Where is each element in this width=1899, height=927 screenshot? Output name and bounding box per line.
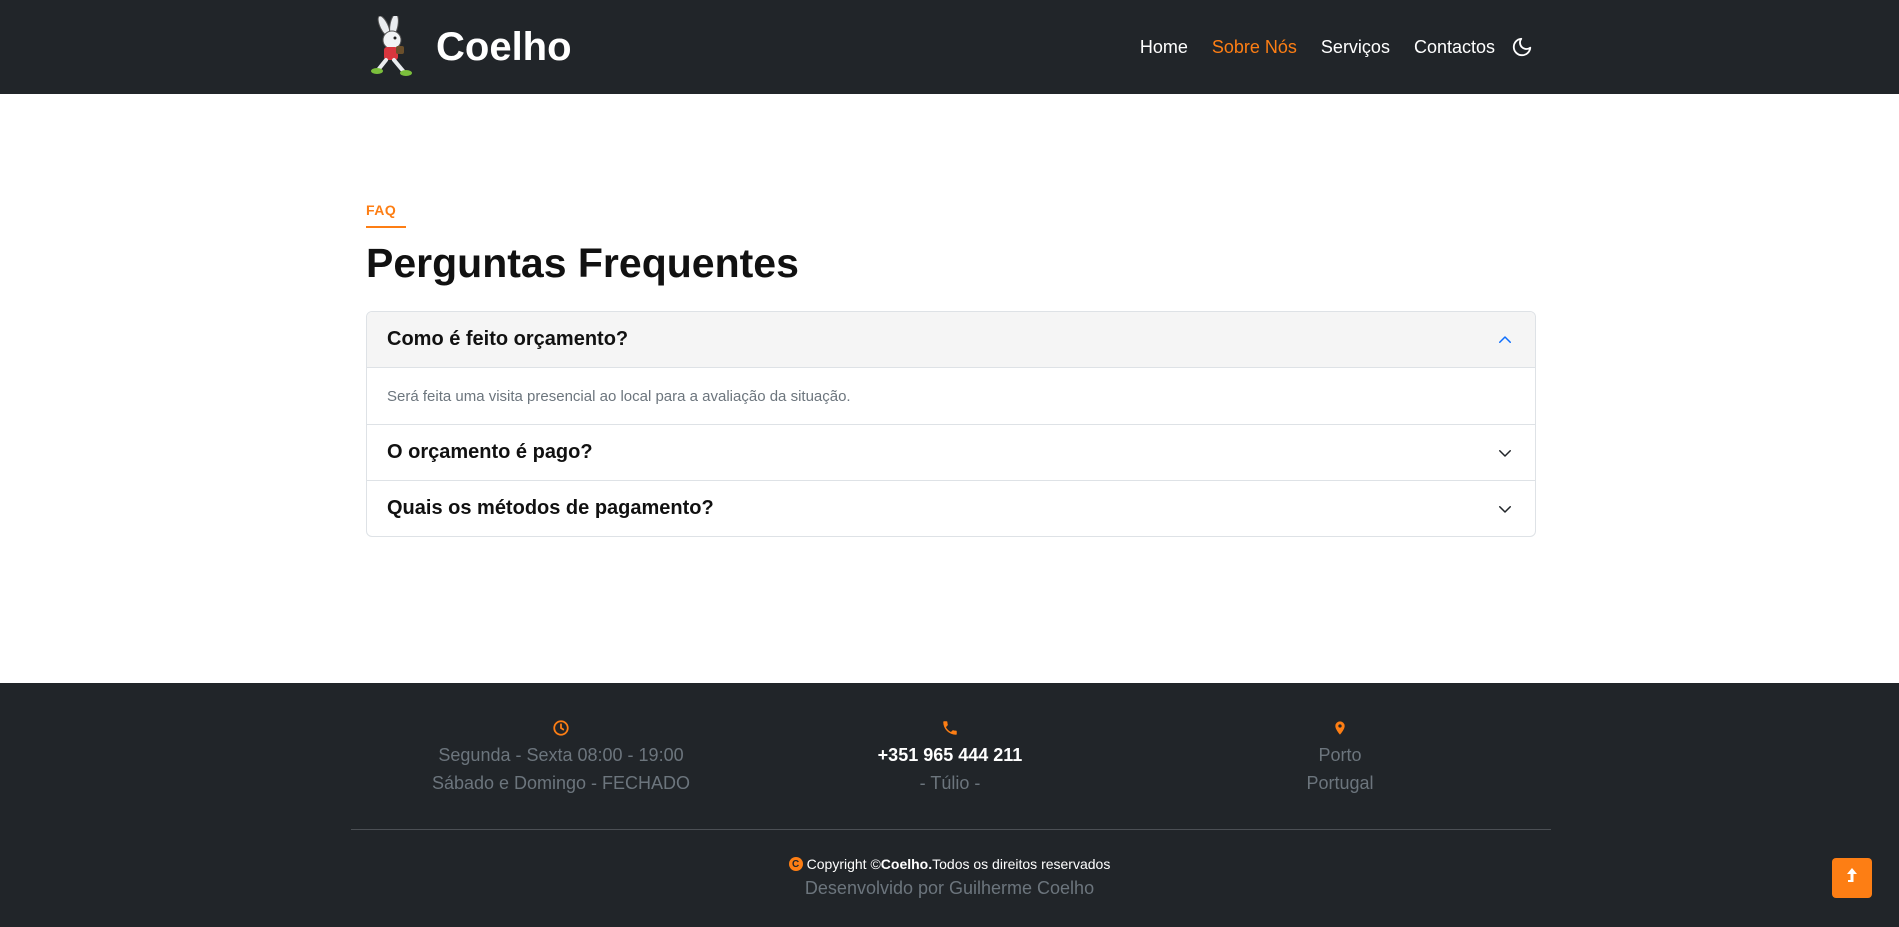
clock-icon	[366, 715, 756, 741]
phone-icon	[755, 715, 1145, 741]
nav-item-contactos[interactable]: Contactos	[1414, 37, 1495, 58]
arrow-up-icon	[1845, 867, 1859, 890]
location-city: Porto	[1318, 745, 1362, 765]
copyright-prefix: Copyright ©	[806, 856, 881, 872]
accordion-toggle-3[interactable]: Quais os métodos de pagamento?	[367, 480, 1535, 536]
phone-number[interactable]: +351 965 444 211	[755, 741, 1145, 769]
copyright-icon: C	[788, 857, 803, 871]
footer: Segunda - Sexta 08:00 - 19:00 Sábado e D…	[0, 683, 1899, 927]
copyright-brand: Coelho.	[880, 856, 933, 872]
hours-weekend: Sábado e Domingo - FECHADO	[431, 773, 691, 793]
accordion-item: O orçamento é pago?	[367, 424, 1535, 480]
chevron-up-icon	[1495, 330, 1515, 350]
accordion-toggle-2[interactable]: O orçamento é pago?	[367, 424, 1535, 480]
location-country: Portugal	[1306, 773, 1374, 793]
accordion-toggle-1[interactable]: Como é feito orçamento?	[367, 312, 1535, 368]
hours-weekdays: Segunda - Sexta 08:00 - 19:00	[438, 745, 684, 765]
rabbit-mascot-icon	[366, 13, 424, 78]
faq-eyebrow: FAQ	[366, 202, 397, 218]
accordion-question: Como é feito orçamento?	[387, 328, 629, 350]
page-title: Perguntas Frequentes	[366, 240, 799, 286]
brand-name: Coelho	[436, 24, 572, 69]
copyright-suffix: Todos os direitos reservados	[932, 856, 1111, 872]
chevron-down-icon	[1495, 443, 1515, 463]
map-pin-icon	[1145, 715, 1535, 741]
faq-section: FAQ Perguntas Frequentes Como é feito or…	[366, 94, 1536, 683]
navbar: Coelho Home Sobre Nós Serviços Contactos	[0, 0, 1899, 94]
nav-item-sobre-nos[interactable]: Sobre Nós	[1212, 37, 1297, 58]
nav-item-home[interactable]: Home	[1140, 37, 1188, 58]
accordion-item: Quais os métodos de pagamento?	[367, 480, 1535, 536]
phone-contact-name: - Túlio -	[919, 773, 981, 793]
nav-item-servicos[interactable]: Serviços	[1321, 37, 1390, 58]
copyright: C Copyright © Coelho. Todos os direitos re…	[0, 856, 1899, 872]
accordion-item: Como é feito orçamento? Será feita uma v…	[367, 312, 1535, 424]
chevron-down-icon	[1495, 499, 1515, 519]
developer-credit: Desenvolvido por Guilherme Coelho	[804, 878, 1095, 898]
faq-accordion: Como é feito orçamento? Será feita uma v…	[366, 311, 1536, 537]
accordion-question: O orçamento é pago?	[387, 441, 593, 463]
accordion-question: Quais os métodos de pagamento?	[387, 497, 714, 519]
brand[interactable]: Coelho	[366, 13, 572, 78]
main-nav: Home Sobre Nós Serviços Contactos	[1116, 30, 1535, 64]
footer-hours: Segunda - Sexta 08:00 - 19:00 Sábado e D…	[366, 715, 756, 797]
eyebrow-underline	[366, 226, 406, 228]
footer-divider	[351, 829, 1551, 830]
moon-icon[interactable]	[1509, 34, 1535, 60]
footer-location: Porto Portugal	[1145, 715, 1535, 797]
accordion-answer: Será feita uma visita presencial ao loca…	[387, 387, 851, 405]
footer-phone: +351 965 444 211 - Túlio -	[755, 715, 1145, 797]
back-to-top-button[interactable]	[1832, 858, 1872, 898]
